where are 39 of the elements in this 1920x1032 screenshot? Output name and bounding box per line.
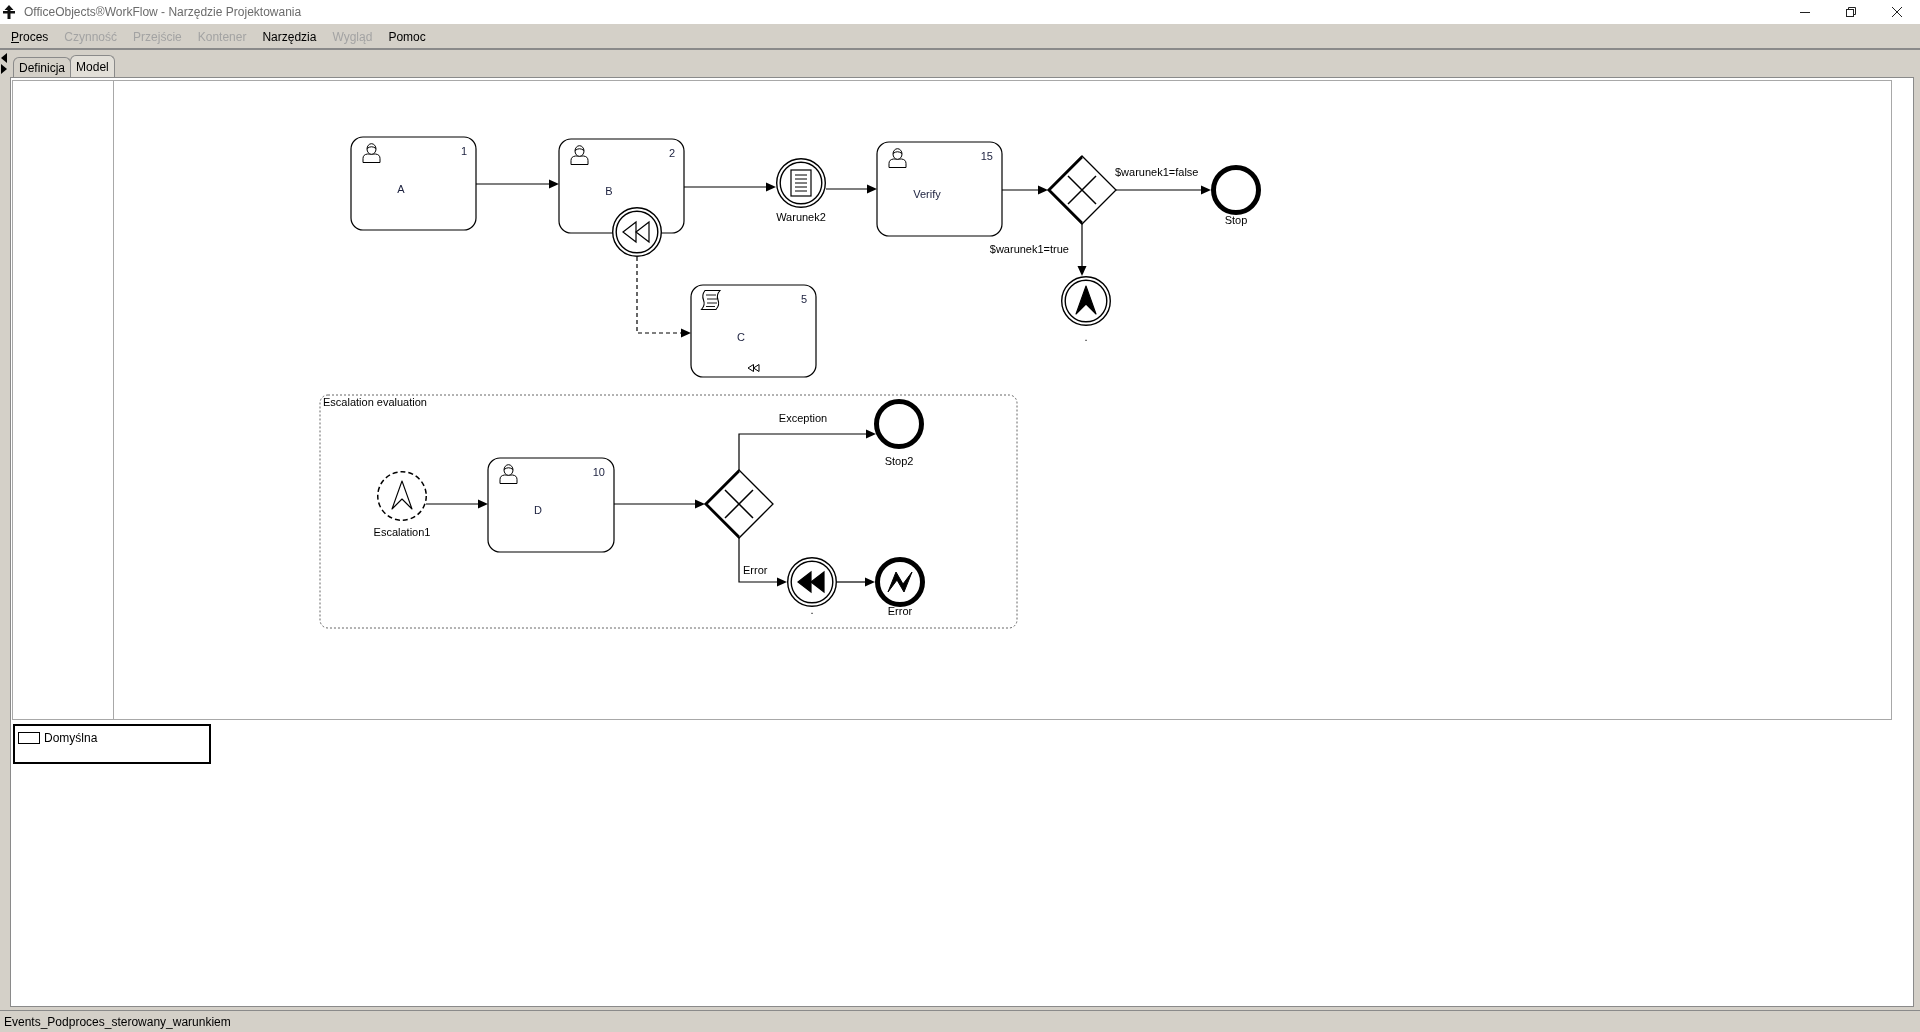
- window-title: OfficeObjects®WorkFlow - Narzędzie Projektowania: [24, 5, 303, 19]
- event-label: .: [1084, 331, 1088, 343]
- event-label: Escalation1: [373, 526, 431, 538]
- gateway: [1047, 155, 1117, 225]
- task-number: 2: [668, 147, 675, 159]
- task-label: B: [605, 185, 613, 197]
- right-arrow-icon[interactable]: [1, 64, 7, 74]
- lane-label[interactable]: Domyślna: [44, 731, 98, 745]
- subprocess-label: Escalation evaluation: [323, 396, 427, 408]
- left-arrow-icon[interactable]: [1, 53, 7, 63]
- task-label: C: [737, 331, 745, 343]
- lane-icon: [18, 732, 40, 744]
- task-label: Verify: [913, 188, 941, 200]
- event-label: .: [810, 604, 814, 616]
- task-number: 15: [980, 150, 993, 162]
- task-number: 5: [800, 293, 807, 305]
- task-number: 10: [592, 466, 605, 478]
- tab[interactable]: Model: [70, 55, 115, 77]
- flow-label: $warunek1=false: [1115, 166, 1199, 178]
- flow-label: Error: [743, 564, 768, 576]
- event-label: Stop2: [884, 455, 914, 467]
- flow-label: Exception: [778, 412, 828, 424]
- event-label: Stop: [1224, 214, 1248, 226]
- close-icon: [1892, 7, 1902, 17]
- tab[interactable]: Definicja: [13, 57, 72, 77]
- app-icon: [3, 5, 15, 19]
- minimize-icon: [1800, 11, 1810, 13]
- status-text: Events_Podproces_sterowany_warunkiem: [4, 1014, 231, 1029]
- task-number: 1: [460, 145, 467, 157]
- menu-item[interactable]: Proces: [3, 27, 57, 47]
- task-label: D: [534, 504, 542, 516]
- event-label: Warunek2: [776, 211, 826, 223]
- event-label: Error: [887, 605, 913, 617]
- menu-item[interactable]: Narzędzia: [254, 27, 325, 47]
- restore-icon: [1846, 7, 1856, 17]
- gateway: [704, 469, 774, 539]
- task-label: A: [397, 183, 405, 195]
- flow-label: $warunek1=true: [989, 243, 1069, 255]
- menu-item[interactable]: Pomoc: [380, 27, 434, 47]
